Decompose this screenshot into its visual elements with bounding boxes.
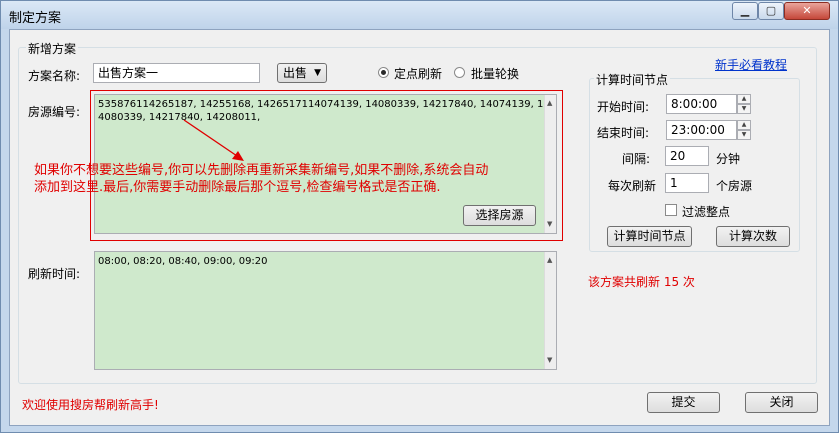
annotation-line-1: 如果你不想要这些编号,你可以先删除再重新采集新编号,如果不删除,系统会自动: [34, 163, 489, 178]
status-text: 欢迎使用搜房帮刷新高手!: [22, 398, 159, 412]
spin-up-icon[interactable]: ▲: [737, 94, 751, 104]
chevron-down-icon: ▼: [314, 68, 321, 78]
app-window: 制定方案 ▁ ▢ ✕ 新增方案 方案名称: 出售方案一 出售 ▼ 定点刷新 批量…: [0, 0, 839, 433]
title-bar[interactable]: 制定方案 ▁ ▢ ✕: [1, 1, 838, 29]
dialog-body: 新增方案 方案名称: 出售方案一 出售 ▼ 定点刷新 批量轮换 新手必看教程 房…: [9, 29, 830, 426]
spin-down-icon[interactable]: ▼: [737, 104, 751, 114]
filter-hour-checkbox[interactable]: [665, 204, 677, 216]
new-plan-group-title: 新增方案: [26, 40, 79, 57]
per-refresh-input[interactable]: 1: [665, 173, 709, 193]
plan-name-input[interactable]: 出售方案一: [93, 63, 260, 83]
start-time-label: 开始时间:: [597, 100, 650, 114]
time-nodes-group-title: 计算时间节点: [594, 71, 671, 88]
annotation-arrow-icon: [183, 119, 244, 161]
close-window-button[interactable]: ✕: [784, 2, 830, 20]
per-refresh-label: 每次刷新: [608, 179, 657, 193]
refresh-time-label: 刷新时间:: [28, 267, 81, 281]
per-refresh-unit: 个房源: [716, 179, 753, 193]
window-title: 制定方案: [9, 11, 62, 26]
interval-label: 间隔:: [622, 152, 651, 166]
minimize-button[interactable]: ▁: [732, 2, 758, 20]
annotation-line-2: 添加到这里.最后,你需要手动删除最后那个逗号,检查编号格式是否正确.: [34, 180, 441, 195]
plan-name-label: 方案名称:: [28, 69, 81, 83]
calc-time-nodes-button[interactable]: 计算时间节点: [607, 226, 692, 247]
scroll-up-icon[interactable]: ▲: [547, 254, 552, 267]
start-time-input[interactable]: 8:00:00: [666, 94, 737, 114]
submit-button[interactable]: 提交: [647, 392, 720, 413]
source-ids-label: 房源编号:: [28, 105, 81, 119]
calc-count-button[interactable]: 计算次数: [716, 226, 790, 247]
maximize-button[interactable]: ▢: [758, 2, 784, 20]
radio-batch-rotate[interactable]: [454, 67, 465, 78]
spin-down-icon[interactable]: ▼: [737, 130, 751, 140]
trade-type-dropdown[interactable]: 出售 ▼: [277, 63, 327, 83]
spin-up-icon[interactable]: ▲: [737, 120, 751, 130]
start-time-spinner[interactable]: ▲ ▼: [737, 94, 751, 114]
end-time-input[interactable]: 23:00:00: [666, 120, 737, 140]
radio-fixed-refresh[interactable]: [378, 67, 389, 78]
refresh-count-summary: 该方案共刷新 15 次: [588, 275, 695, 289]
trade-type-value: 出售: [283, 66, 308, 80]
refresh-time-text: 08:00, 08:20, 08:40, 09:00, 09:20: [98, 256, 268, 267]
interval-unit: 分钟: [716, 152, 741, 166]
refresh-time-scrollbar[interactable]: ▲ ▼: [544, 252, 556, 369]
scroll-down-icon[interactable]: ▼: [547, 354, 552, 367]
close-button[interactable]: 关闭: [745, 392, 818, 413]
radio-batch-rotate-label: 批量轮换: [471, 67, 520, 81]
end-time-spinner[interactable]: ▲ ▼: [737, 120, 751, 140]
refresh-time-textarea[interactable]: 08:00, 08:20, 08:40, 09:00, 09:20 ▲ ▼: [94, 251, 557, 370]
filter-hour-label: 过滤整点: [682, 205, 731, 219]
radio-fixed-refresh-label: 定点刷新: [394, 67, 443, 81]
help-link[interactable]: 新手必看教程: [715, 56, 787, 73]
end-time-label: 结束时间:: [597, 126, 650, 140]
interval-input[interactable]: 20: [665, 146, 709, 166]
annotation-text: 如果你不想要这些编号,你可以先删除再重新采集新编号,如果不删除,系统会自动 添加…: [34, 162, 488, 196]
